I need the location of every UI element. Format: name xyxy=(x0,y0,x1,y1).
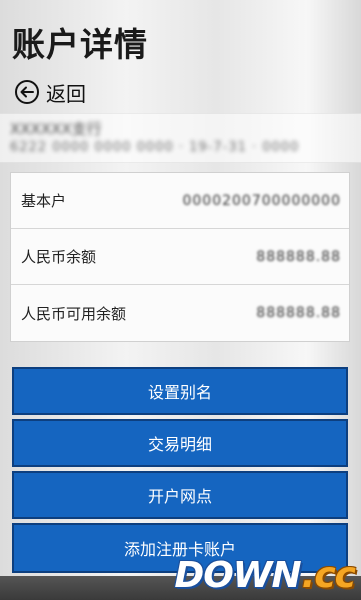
account-info-card: 基本户 0000200700000000 人民币余额 888888.88 人民币… xyxy=(10,172,350,342)
page-title: 账户详情 xyxy=(12,25,148,64)
set-alias-button[interactable]: 设置别名 xyxy=(12,367,348,415)
opening-branch-button[interactable]: 开户网点 xyxy=(12,471,348,519)
back-button[interactable]: 返回 xyxy=(14,78,86,106)
account-number: 6222 0000 0000 0000 · 19-7-31 · 0000 xyxy=(10,140,300,155)
back-arrow-icon xyxy=(15,80,39,104)
account-name: XXXXXX支行 xyxy=(10,120,102,138)
account-summary: XXXXXX支行 6222 0000 0000 0000 · 19-7-31 ·… xyxy=(0,113,361,163)
info-row-rmb-available: 人民币可用余额 888888.88 xyxy=(11,285,349,341)
info-label: 人民币余额 xyxy=(21,248,97,266)
info-row-account-type: 基本户 0000200700000000 xyxy=(11,173,349,229)
watermark-suffix: .cc xyxy=(301,555,356,596)
back-label: 返回 xyxy=(46,81,86,106)
watermark-main: DOWN xyxy=(174,555,301,596)
info-label: 人民币可用余额 xyxy=(21,304,127,323)
transaction-details-button[interactable]: 交易明细 xyxy=(12,419,348,467)
info-value: 888888.88 xyxy=(256,305,341,321)
info-value: 0000200700000000 xyxy=(182,192,341,209)
info-label: 基本户 xyxy=(21,192,67,210)
watermark-logo: DOWN .cc xyxy=(174,550,356,596)
info-value: 888888.88 xyxy=(256,248,341,265)
info-row-rmb-balance: 人民币余额 888888.88 xyxy=(11,229,349,285)
